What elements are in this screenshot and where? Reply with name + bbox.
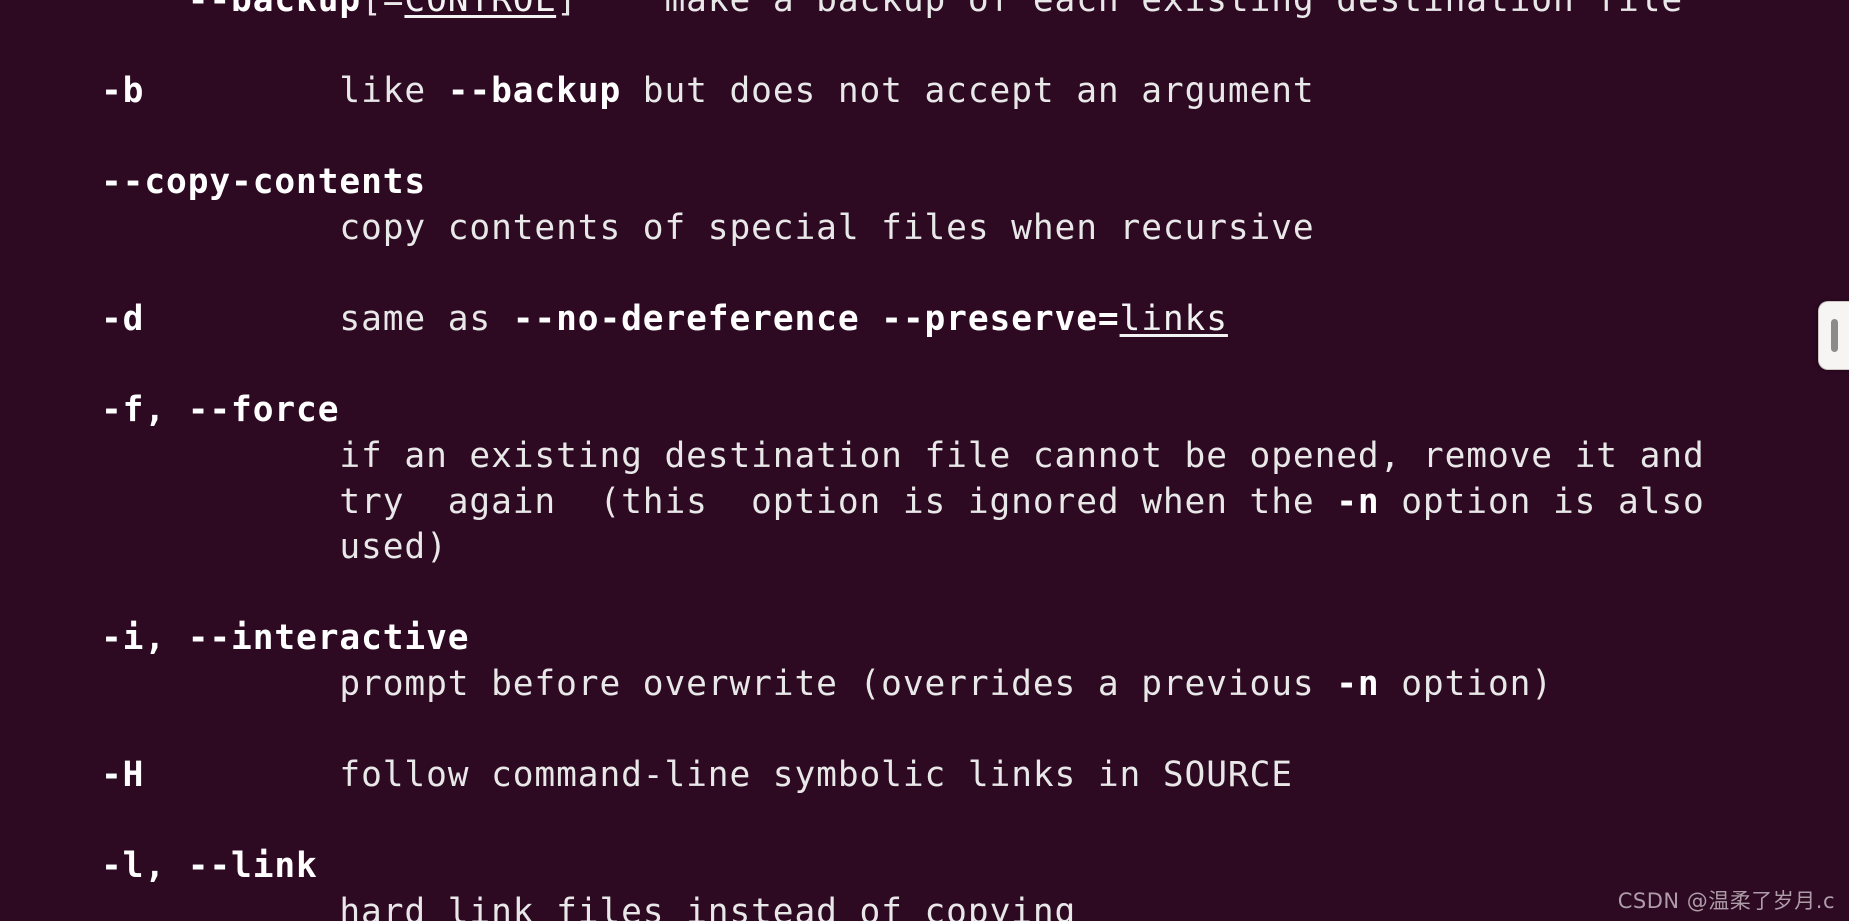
line-20-l-desc: hard link files instead of copying — [36, 890, 1849, 921]
text-span-plain: like — [144, 71, 448, 112]
line-0-partial-top: --backup[=CONTROL] make a backup of each… — [36, 0, 1849, 24]
terminal-window[interactable]: --backup[=CONTROL] make a backup of each… — [0, 0, 1849, 921]
scrollbar-grip-icon — [1831, 319, 1838, 352]
text-span-plain: if an existing destination file cannot b… — [36, 435, 1705, 476]
text-span-bold: -i, --interactive — [101, 618, 470, 659]
line-16-blank — [36, 708, 1849, 754]
text-span-plain — [36, 755, 101, 795]
text-span-plain: same as — [144, 299, 513, 340]
scrollbar-handle[interactable] — [1818, 301, 1849, 370]
text-span-bold: -n — [1336, 663, 1380, 704]
line-9-f-option: -f, --force — [36, 388, 1849, 434]
text-span-plain — [36, 254, 58, 294]
text-span-plain — [36, 573, 58, 613]
line-3-blank — [36, 115, 1849, 161]
text-span-plain: option is also — [1379, 481, 1705, 522]
text-span-plain: but does not accept an argument — [621, 71, 1315, 112]
text-span-bold: --copy-contents — [101, 162, 427, 203]
text-span-bold: --backup — [447, 71, 622, 112]
text-span-bold: --no-dereference --preserve= — [512, 299, 1120, 340]
text-span-plain — [36, 710, 58, 750]
line-1-blank — [36, 24, 1849, 70]
text-span-plain — [36, 117, 58, 157]
text-span-plain: try again (this option is ignored when t… — [36, 481, 1337, 522]
text-span-plain — [36, 846, 101, 886]
text-span-plain: copy contents of special files when recu… — [36, 207, 1315, 248]
text-span-plain: used) — [36, 527, 448, 568]
line-7-d-option: -d same as --no-dereference --preserve=l… — [36, 297, 1849, 343]
line-17-H-option: -H follow command-line symbolic links in… — [36, 753, 1849, 799]
line-6-blank — [36, 252, 1849, 298]
text-span-plain — [36, 26, 58, 66]
text-span-plain — [36, 618, 101, 658]
line-5-copy-contents-desc: copy contents of special files when recu… — [36, 206, 1849, 252]
text-span-plain: option) — [1379, 663, 1553, 704]
line-13-blank — [36, 571, 1849, 617]
text-span-plain: follow command-line symbolic links in SO… — [144, 755, 1293, 796]
line-19-l-option: -l, --link — [36, 844, 1849, 890]
text-span-plain — [36, 162, 101, 202]
scrollbar-track[interactable] — [1818, 0, 1849, 921]
line-10-f-desc-1: if an existing destination file cannot b… — [36, 434, 1849, 480]
text-span-plain: [= — [361, 0, 405, 20]
text-span-plain — [36, 390, 101, 430]
text-span-underline: CONTROL — [404, 0, 557, 20]
text-span-plain — [36, 71, 101, 111]
text-span-plain: prompt before overwrite (overrides a pre… — [36, 663, 1337, 704]
watermark-label: CSDN @温柔了岁月.c — [1617, 889, 1835, 913]
text-span-bold: -n — [1336, 481, 1380, 522]
text-span-plain: ] make a backup of each existing destina… — [556, 0, 1684, 20]
text-span-bold: -l, --link — [101, 846, 318, 887]
text-span-plain — [36, 345, 58, 385]
text-span-bold: -H — [101, 755, 145, 796]
text-span-plain — [36, 0, 188, 20]
text-span-plain — [36, 299, 101, 339]
line-11-f-desc-2: try again (this option is ignored when t… — [36, 480, 1849, 526]
line-14-i-option: -i, --interactive — [36, 616, 1849, 662]
line-12-f-desc-3: used) — [36, 525, 1849, 571]
text-span-bold: --backup — [187, 0, 362, 20]
text-span-plain: hard link files instead of copying — [36, 891, 1077, 921]
text-span-underline: links — [1119, 299, 1228, 340]
text-span-plain — [36, 801, 58, 841]
terminal-output-text: --backup[=CONTROL] make a backup of each… — [36, 0, 1849, 921]
text-span-bold: -f, --force — [101, 390, 340, 431]
line-18-blank — [36, 799, 1849, 845]
text-span-bold: -b — [101, 71, 145, 112]
line-4-copy-contents: --copy-contents — [36, 160, 1849, 206]
line-2-b-option: -b like --backup but does not accept an … — [36, 69, 1849, 115]
line-8-blank — [36, 343, 1849, 389]
text-span-bold: -d — [101, 299, 145, 340]
line-15-i-desc: prompt before overwrite (overrides a pre… — [36, 662, 1849, 708]
